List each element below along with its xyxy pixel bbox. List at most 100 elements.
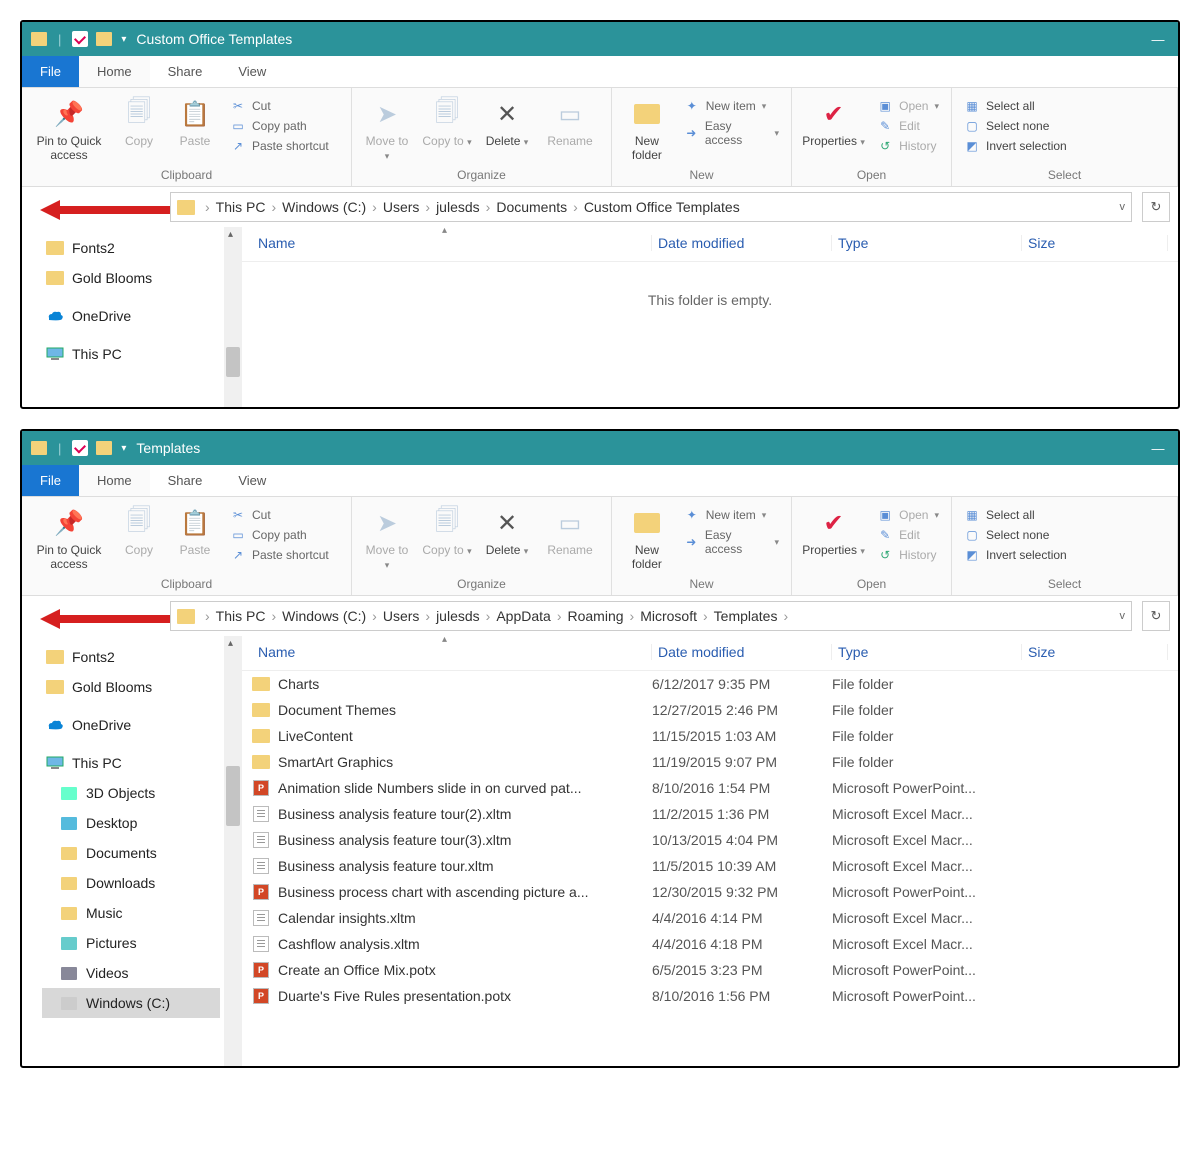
chevron-right-icon[interactable]: › xyxy=(425,608,430,624)
breadcrumb-item[interactable]: Roaming xyxy=(567,608,623,624)
refresh-button[interactable]: ↻ xyxy=(1142,192,1170,222)
easy-access-button[interactable]: ➜Easy access ▾ xyxy=(680,527,783,557)
chevron-right-icon[interactable]: › xyxy=(630,608,635,624)
breadcrumb-item[interactable]: This PC xyxy=(216,608,266,624)
chevron-right-icon[interactable]: › xyxy=(205,608,210,624)
tab-file[interactable]: File xyxy=(22,465,79,496)
select-all-button[interactable]: ▦Select all xyxy=(960,98,1071,114)
tree-item[interactable]: Videos xyxy=(42,958,220,988)
copy-to-button[interactable]: 🗐Copy to ▾ xyxy=(420,503,474,561)
tree-item[interactable]: Fonts2 xyxy=(42,233,220,263)
file-row[interactable]: Duarte's Five Rules presentation.potx8/1… xyxy=(242,983,1178,1009)
column-header-date[interactable]: Date modified xyxy=(652,644,832,660)
file-row[interactable]: Create an Office Mix.potx6/5/2015 3:23 P… xyxy=(242,957,1178,983)
chevron-right-icon[interactable]: › xyxy=(486,608,491,624)
scroll-thumb[interactable] xyxy=(226,766,240,826)
copy-path-button[interactable]: ▭Copy path xyxy=(226,527,333,543)
nav-tree[interactable]: Fonts2Gold BloomsOneDriveThis PC xyxy=(22,227,224,407)
file-row[interactable]: Calendar insights.xltm4/4/2016 4:14 PMMi… xyxy=(242,905,1178,931)
nav-tree[interactable]: Fonts2Gold BloomsOneDriveThis PC3D Objec… xyxy=(22,636,224,1066)
title-bar[interactable]: | ▾ Custom Office Templates — xyxy=(22,22,1178,56)
delete-button[interactable]: ✕ Delete ▾ xyxy=(480,94,534,152)
new-item-button[interactable]: ✦New item ▾ xyxy=(680,507,783,523)
tree-item[interactable]: This PC xyxy=(42,339,220,369)
edit-button[interactable]: ✎Edit xyxy=(873,118,943,134)
tree-item[interactable]: Desktop xyxy=(42,808,220,838)
breadcrumb-item[interactable]: Templates xyxy=(714,608,778,624)
breadcrumb-item[interactable]: Microsoft xyxy=(640,608,697,624)
select-none-button[interactable]: ▢Select none xyxy=(960,118,1071,134)
delete-button[interactable]: ✕Delete ▾ xyxy=(480,503,534,561)
refresh-button[interactable]: ↻ xyxy=(1142,601,1170,631)
rename-button[interactable]: ▭ Rename xyxy=(540,94,600,152)
sidebar-scrollbar[interactable]: ▴ xyxy=(224,636,242,1066)
chevron-right-icon[interactable]: › xyxy=(557,608,562,624)
nav-arrows[interactable] xyxy=(30,192,160,222)
qat-dropdown-icon[interactable]: ▾ xyxy=(121,443,126,454)
breadcrumb-item[interactable]: julesds xyxy=(436,199,480,215)
select-all-button[interactable]: ▦Select all xyxy=(960,507,1071,523)
chevron-right-icon[interactable]: › xyxy=(425,199,430,215)
qat-properties-icon[interactable] xyxy=(71,30,89,48)
scroll-thumb[interactable] xyxy=(226,347,240,377)
address-bar[interactable]: › This PC › Windows (C:) › Users › jules… xyxy=(170,192,1132,222)
tree-item[interactable]: Windows (C:) xyxy=(42,988,220,1018)
breadcrumb-item[interactable]: AppData xyxy=(496,608,550,624)
paste-shortcut-button[interactable]: ↗Paste shortcut xyxy=(226,138,333,154)
tab-share[interactable]: Share xyxy=(150,56,221,87)
breadcrumb-item[interactable]: Documents xyxy=(496,199,567,215)
qat-dropdown-icon[interactable]: ▾ xyxy=(121,34,126,45)
tree-item[interactable]: Fonts2 xyxy=(42,642,220,672)
tree-item[interactable]: Documents xyxy=(42,838,220,868)
tree-item[interactable]: Pictures xyxy=(42,928,220,958)
cut-button[interactable]: ✂Cut xyxy=(226,507,333,523)
scroll-up-icon[interactable]: ▴ xyxy=(228,229,233,240)
chevron-right-icon[interactable]: › xyxy=(703,608,708,624)
column-header-name[interactable]: Name xyxy=(252,235,652,251)
chevron-right-icon[interactable]: › xyxy=(783,608,788,624)
file-row[interactable]: Cashflow analysis.xltm4/4/2016 4:18 PMMi… xyxy=(242,931,1178,957)
chevron-right-icon[interactable]: › xyxy=(372,608,377,624)
tab-share[interactable]: Share xyxy=(150,465,221,496)
history-button[interactable]: ↺History xyxy=(873,138,943,154)
new-folder-button[interactable]: New folder xyxy=(620,94,674,166)
breadcrumb-item[interactable]: julesds xyxy=(436,608,480,624)
file-row[interactable]: Charts6/12/2017 9:35 PMFile folder xyxy=(242,671,1178,697)
file-row[interactable]: Business analysis feature tour.xltm11/5/… xyxy=(242,853,1178,879)
open-button[interactable]: ▣Open ▾ xyxy=(873,98,943,114)
new-item-button[interactable]: ✦New item ▾ xyxy=(680,98,783,114)
column-header-date[interactable]: Date modified xyxy=(652,235,832,251)
column-header-size[interactable]: Size xyxy=(1022,644,1168,660)
qat-newfolder-icon[interactable] xyxy=(95,30,113,48)
tab-view[interactable]: View xyxy=(220,465,284,496)
column-header-size[interactable]: Size xyxy=(1022,235,1168,251)
nav-arrows[interactable] xyxy=(30,601,160,631)
tab-view[interactable]: View xyxy=(220,56,284,87)
tree-item[interactable]: This PC xyxy=(42,748,220,778)
file-row[interactable]: SmartArt Graphics11/19/2015 9:07 PMFile … xyxy=(242,749,1178,775)
qat-folder-icon[interactable] xyxy=(30,439,48,457)
qat-newfolder-icon[interactable] xyxy=(95,439,113,457)
file-row[interactable]: Document Themes12/27/2015 2:46 PMFile fo… xyxy=(242,697,1178,723)
properties-button[interactable]: ✔Properties ▾ xyxy=(800,503,867,561)
sidebar-scrollbar[interactable]: ▴ xyxy=(224,227,242,407)
pin-to-quick-access-button[interactable]: 📌 Pin to Quick access xyxy=(30,94,108,166)
easy-access-button[interactable]: ➜Easy access ▾ xyxy=(680,118,783,148)
tree-item[interactable]: OneDrive xyxy=(42,710,220,740)
copy-path-button[interactable]: ▭Copy path xyxy=(226,118,333,134)
select-none-button[interactable]: ▢Select none xyxy=(960,527,1071,543)
move-to-button[interactable]: ➤ Move to ▾ xyxy=(360,94,414,166)
paste-button[interactable]: 📋Paste xyxy=(170,503,220,561)
paste-button[interactable]: 📋 Paste xyxy=(170,94,220,152)
tree-item[interactable]: OneDrive xyxy=(42,301,220,331)
address-bar[interactable]: › This PC › Windows (C:) › Users › julesds ›… xyxy=(170,601,1132,631)
open-button[interactable]: ▣Open ▾ xyxy=(873,507,943,523)
paste-shortcut-button[interactable]: ↗Paste shortcut xyxy=(226,547,333,563)
breadcrumb-item[interactable]: Windows (C:) xyxy=(282,608,366,624)
file-row[interactable]: LiveContent11/15/2015 1:03 AMFile folder xyxy=(242,723,1178,749)
qat-folder-icon[interactable] xyxy=(30,30,48,48)
file-row[interactable]: Animation slide Numbers slide in on curv… xyxy=(242,775,1178,801)
breadcrumb-item[interactable]: Users xyxy=(383,608,420,624)
invert-selection-button[interactable]: ◩Invert selection xyxy=(960,547,1071,563)
copy-button[interactable]: 🗐 Copy xyxy=(114,94,164,152)
